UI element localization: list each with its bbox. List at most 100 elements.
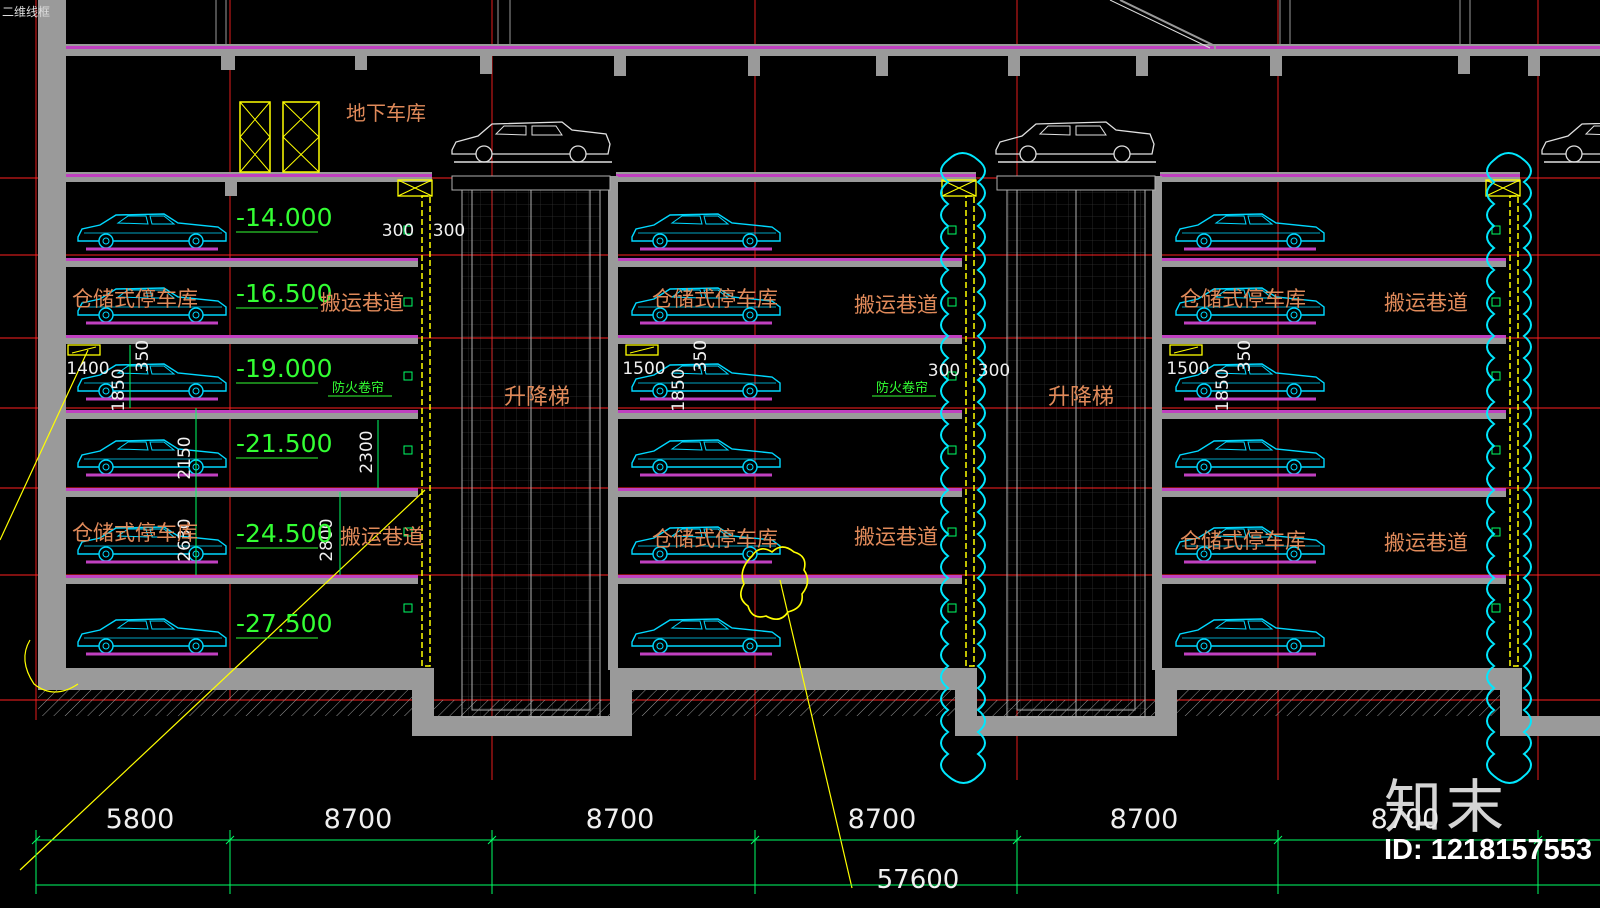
rack-slab-edge	[616, 258, 962, 261]
small-dimension: 1850	[1213, 368, 1233, 411]
small-dimension: 1850	[669, 368, 689, 411]
rack-slab-edge	[616, 410, 962, 413]
sedan-car	[76, 617, 228, 656]
sedan-car	[1174, 617, 1326, 656]
rail-marker	[947, 225, 957, 235]
lift-shafts	[451, 175, 1156, 718]
rack-slab-edge	[66, 575, 418, 578]
rack-column	[1152, 176, 1162, 670]
rail-marker	[403, 445, 413, 455]
label-storage-parking: 仓储式停车库	[1180, 529, 1306, 553]
label-lift: 升降梯	[1048, 385, 1114, 410]
span-dimension: 5800	[106, 804, 175, 835]
dimension-chain	[31, 830, 1600, 894]
small-dimension: 2300	[357, 430, 377, 473]
level-elevation: -14.000	[236, 203, 333, 232]
fire-shutter-track	[1509, 195, 1519, 667]
rail-marker	[1491, 297, 1501, 307]
label-fire-shutter: 防火卷帘	[876, 380, 928, 396]
label-storage-parking: 仓储式停车库	[72, 521, 198, 545]
sedan-car	[630, 438, 782, 477]
small-dimension: 300	[382, 221, 414, 241]
rail-marker	[947, 297, 957, 307]
shutter-box-cross	[397, 179, 433, 197]
label-transport-aisle: 搬运巷道	[1384, 291, 1468, 315]
parking-racks	[66, 172, 1521, 670]
label-transport-aisle: 搬运巷道	[854, 293, 938, 317]
small-dimension: 1400	[66, 359, 109, 379]
label-underground-garage: 地下车库	[346, 101, 426, 125]
sedan-car	[76, 212, 228, 251]
small-dimension: 1500	[622, 359, 665, 379]
small-dimension: 350	[133, 340, 153, 372]
rail-marker	[947, 527, 957, 537]
room-labels: 地下车库仓储式停车库仓储式停车库仓储式停车库仓储式停车库仓储式停车库仓储式停车库…	[67, 101, 1468, 555]
sedan-car	[1174, 212, 1326, 251]
span-dimension: 8700	[848, 804, 917, 835]
small-dimension: 2150	[175, 436, 195, 479]
rack-slab-edge	[616, 335, 962, 338]
level-elevation: -27.500	[236, 609, 333, 638]
level-texts: -14.000 -16.500 -19.000 -21.500 -24.500 -27.5…	[236, 203, 333, 639]
span-dimension: 8700	[324, 804, 393, 835]
span-dimension: 8700	[1110, 804, 1179, 835]
cad-viewport[interactable]: 5800 8700 8700 8700 8700 8700 57600 300 300 300 30…	[0, 0, 1600, 908]
sign-slash	[629, 346, 655, 354]
small-dimension: 300	[928, 361, 960, 381]
span-dimension: 8700	[586, 804, 655, 835]
small-dimension: 1850	[109, 368, 129, 411]
label-lift: 升降梯	[504, 385, 570, 410]
watermark-id: ID: 1218157553	[1384, 834, 1592, 866]
viewport-label: 二维线框	[2, 5, 51, 19]
fire-shutter-track	[965, 195, 975, 667]
rack-column	[608, 176, 618, 670]
total-dimension: 57600	[877, 865, 960, 895]
sign-slash	[1173, 346, 1199, 354]
rack-slab-edge	[1160, 335, 1506, 338]
label-storage-parking: 仓储式停车库	[1180, 287, 1306, 311]
small-dimension: 1500	[1166, 359, 1209, 379]
level-elevation: -16.500	[236, 279, 333, 308]
rack-top-slab-edge	[616, 174, 976, 177]
section-drawing[interactable]: 5800 8700 8700 8700 8700 870057600300 300300 30…	[0, 0, 1600, 908]
sign-slash	[71, 346, 97, 354]
small-dimension: 350	[691, 340, 711, 372]
rail-marker	[947, 445, 957, 455]
label-fire-shutter: 防火卷帘	[332, 380, 384, 396]
wagon-car	[1541, 121, 1600, 163]
label-storage-parking: 仓储式停车库	[652, 527, 778, 551]
rack-slab-edge	[1160, 410, 1506, 413]
wagon-car	[995, 121, 1157, 163]
sedan-car	[630, 212, 782, 251]
label-storage-parking: 仓储式停车库	[652, 287, 778, 311]
label-transport-aisle: 搬运巷道	[340, 525, 424, 549]
label-storage-parking: 仓储式停车库	[72, 287, 198, 311]
level-elevation: -24.500	[236, 519, 333, 548]
rack-slab-edge	[66, 258, 418, 261]
small-dimension: 350	[1235, 340, 1255, 372]
watermark-logo: 知末	[1383, 773, 1508, 841]
label-transport-aisle: 搬运巷道	[1384, 531, 1468, 555]
rack-slab-edge	[66, 335, 418, 338]
small-dimension: 300	[978, 361, 1010, 381]
rack-slab-edge	[1160, 258, 1506, 261]
shutter-box-cross	[1485, 179, 1521, 197]
label-transport-aisle: 搬运巷道	[320, 291, 404, 315]
rail-marker	[403, 371, 413, 381]
level-elevation: -19.000	[236, 354, 333, 383]
level-elevation: -21.500	[236, 429, 333, 458]
rack-top-slab-edge	[1160, 174, 1520, 177]
rack-slab-edge	[1160, 575, 1506, 578]
rack-slab-edge	[616, 488, 962, 491]
rail-marker	[403, 297, 413, 307]
small-dimension: 300	[433, 221, 465, 241]
rail-marker	[1491, 603, 1501, 613]
sedan-car	[630, 617, 782, 656]
label-transport-aisle: 搬运巷道	[854, 525, 938, 549]
fire-shutter-track	[421, 195, 431, 667]
rail-marker	[403, 603, 413, 613]
car-layer	[76, 121, 1600, 656]
sedan-car	[76, 438, 228, 477]
rack-slab-edge	[1160, 488, 1506, 491]
rack-slab-edge	[66, 488, 418, 491]
